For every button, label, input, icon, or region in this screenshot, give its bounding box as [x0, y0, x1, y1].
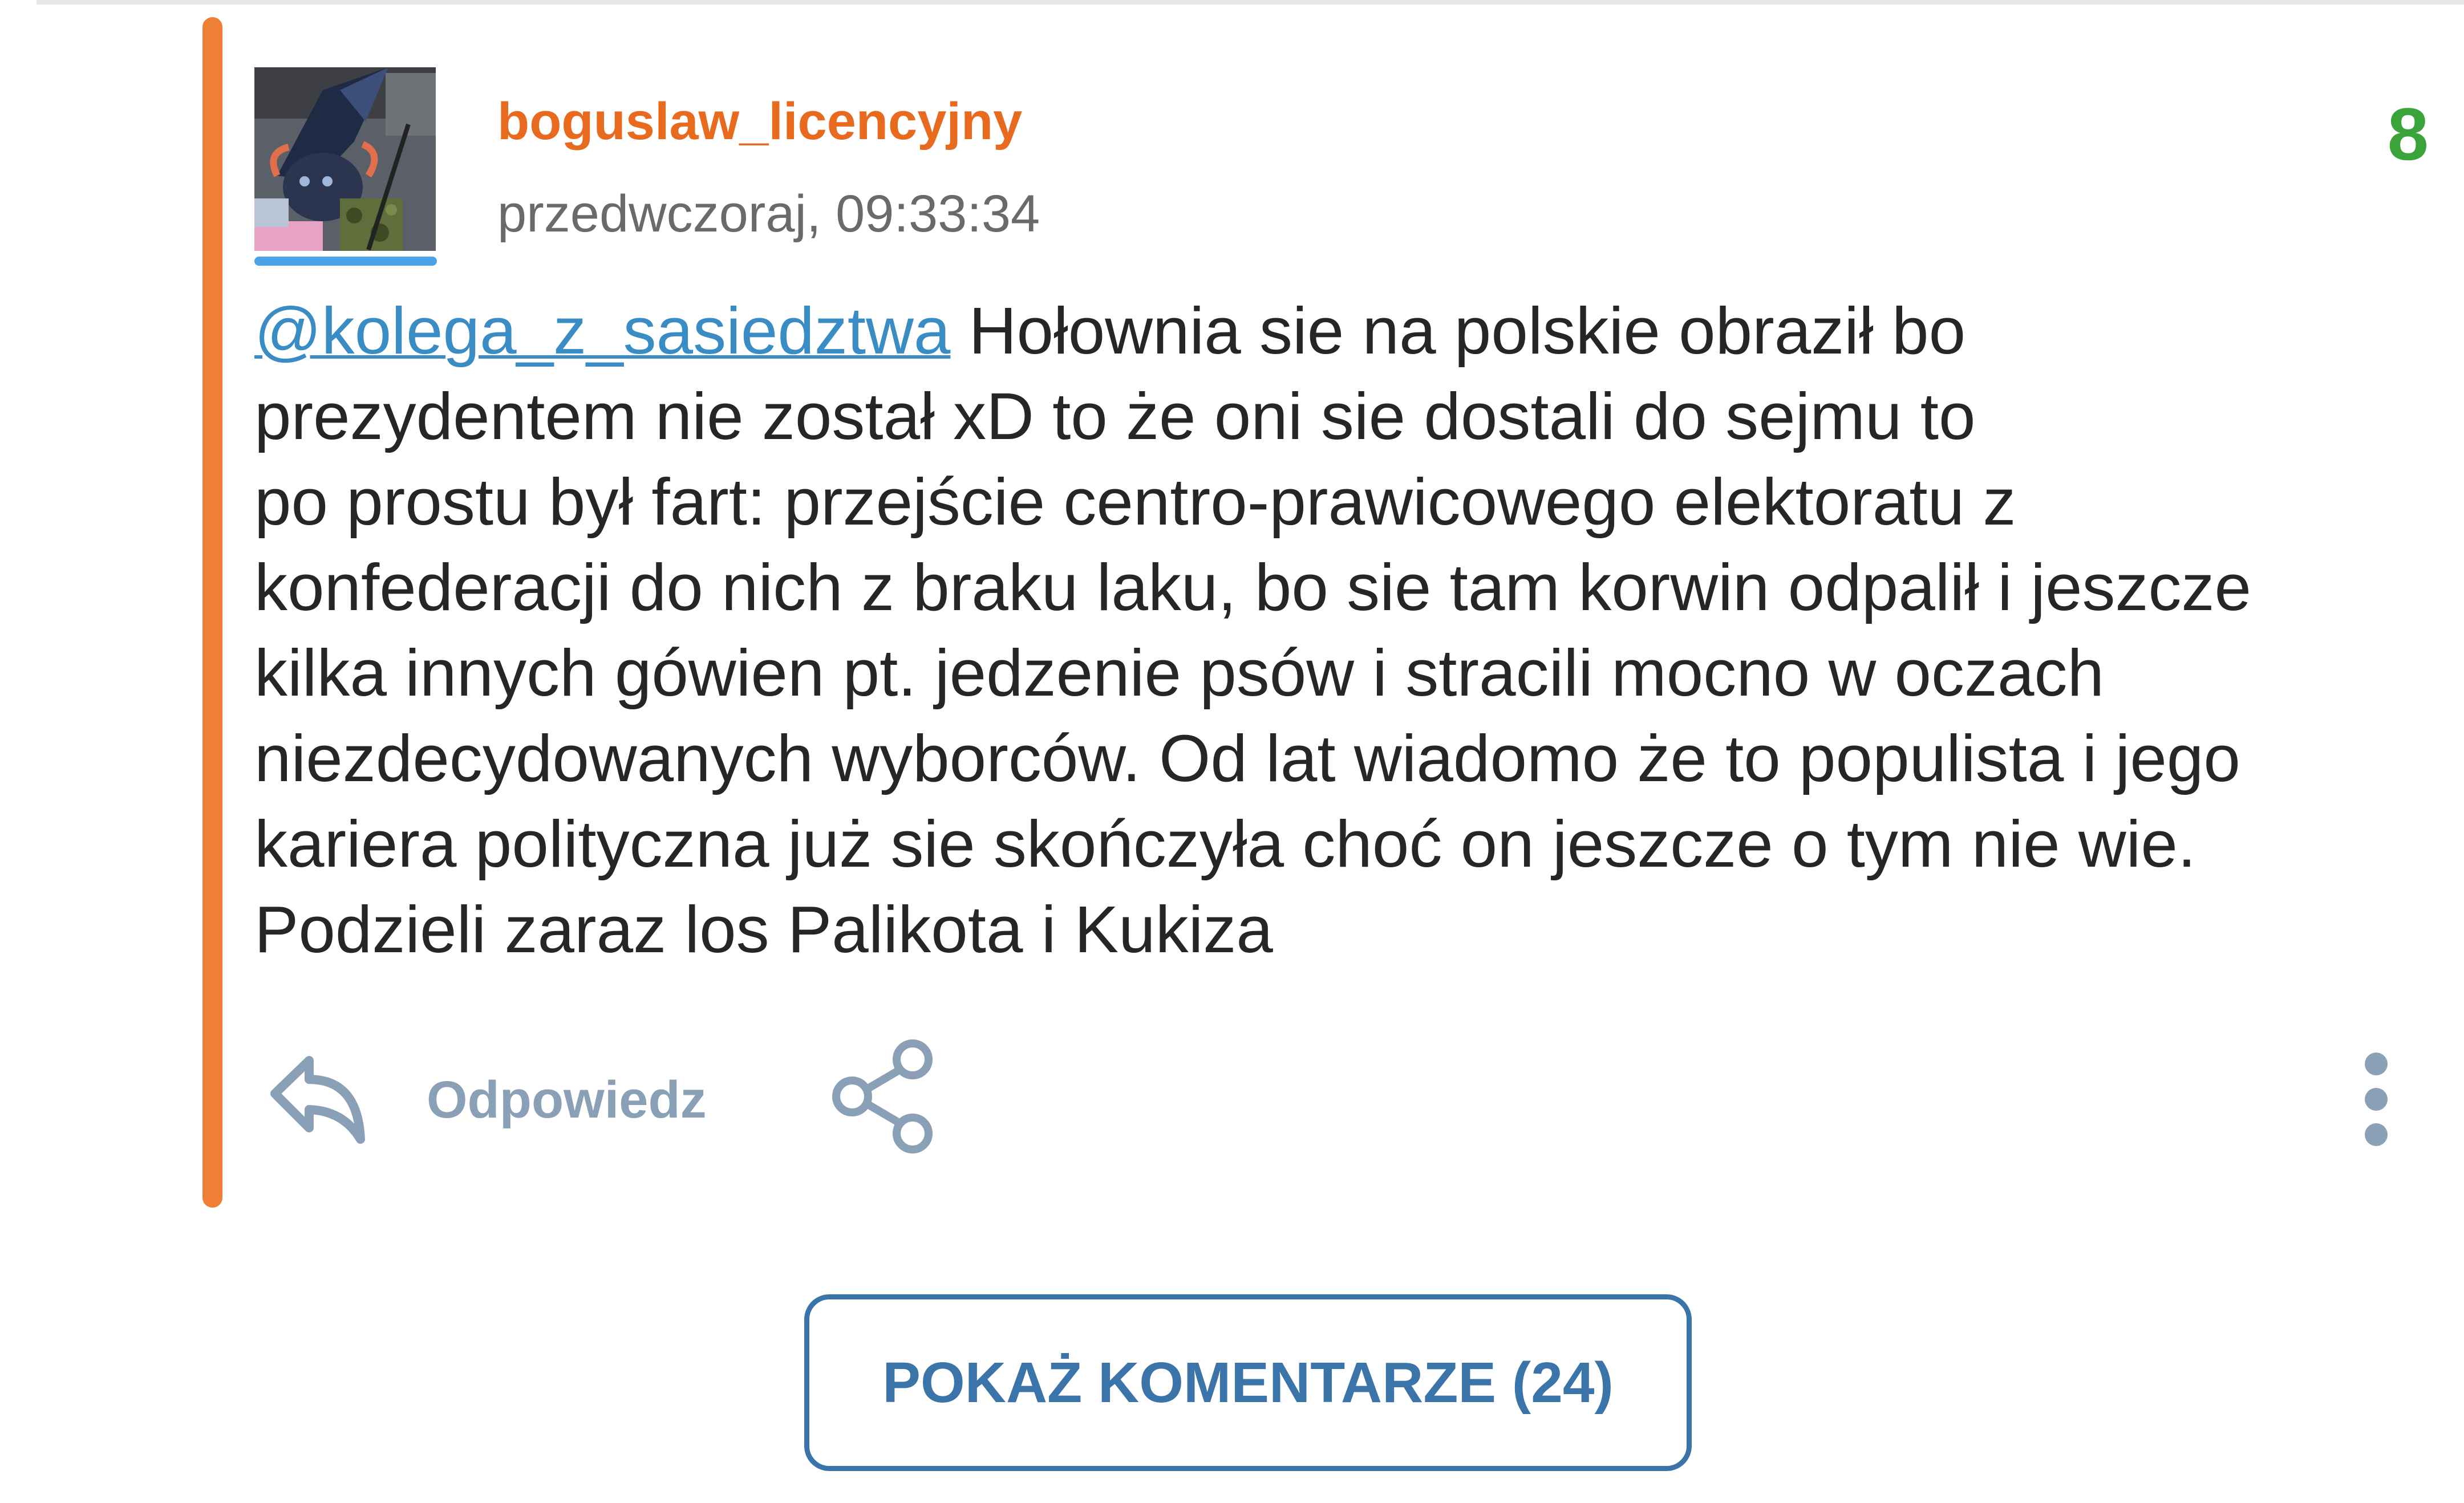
- share-icon[interactable]: [827, 1037, 941, 1156]
- comment-line-6: niezdecydowanych wyborców. Od lat wiadom…: [254, 721, 2240, 795]
- comment-line-8: Podzieli zaraz los Palikota i Kukiza: [254, 892, 1273, 966]
- reply-arrow-icon[interactable]: [264, 1048, 372, 1151]
- more-vertical-icon[interactable]: [2353, 1048, 2399, 1151]
- comment-line-5: kilka innych gówien pt. jedzenie psów i …: [254, 636, 2105, 710]
- comment-timestamp: przedwczoraj, 09:33:34: [497, 185, 1040, 243]
- user-mention-link[interactable]: @kolega_z_sasiedztwa: [254, 294, 950, 368]
- top-divider: [37, 0, 2464, 5]
- comment-line-1-text: Hołownia sie na polskie obraził bo: [950, 294, 1966, 368]
- show-comments-button[interactable]: POKAŻ KOMENTARZE (24): [804, 1294, 1692, 1471]
- vote-score[interactable]: 8: [2388, 91, 2429, 177]
- comment-line-3: po prostu był fart: przejście centro-pra…: [254, 465, 2016, 539]
- comment-body: @kolega_z_sasiedztwa Hołownia sie na pol…: [254, 288, 2433, 972]
- reply-button[interactable]: Odpowiedz: [427, 1069, 707, 1131]
- thread-indicator-bar: [202, 17, 222, 1208]
- comment-line-4: konfederacji do nich z braku laku, bo si…: [254, 550, 2252, 624]
- avatar[interactable]: [254, 67, 436, 251]
- author-username[interactable]: boguslaw_licencyjny: [497, 90, 1022, 153]
- comment-line-2: prezydentem nie został xD to że oni sie …: [254, 379, 1976, 453]
- avatar-underline: [254, 257, 437, 266]
- comment-line-1: @kolega_z_sasiedztwa Hołownia sie na pol…: [254, 288, 2433, 373]
- comment-page: boguslaw_licencyjny przedwczoraj, 09:33:…: [0, 0, 2464, 1503]
- comment-line-7: kariera polityczna już sie skończyła cho…: [254, 807, 2196, 881]
